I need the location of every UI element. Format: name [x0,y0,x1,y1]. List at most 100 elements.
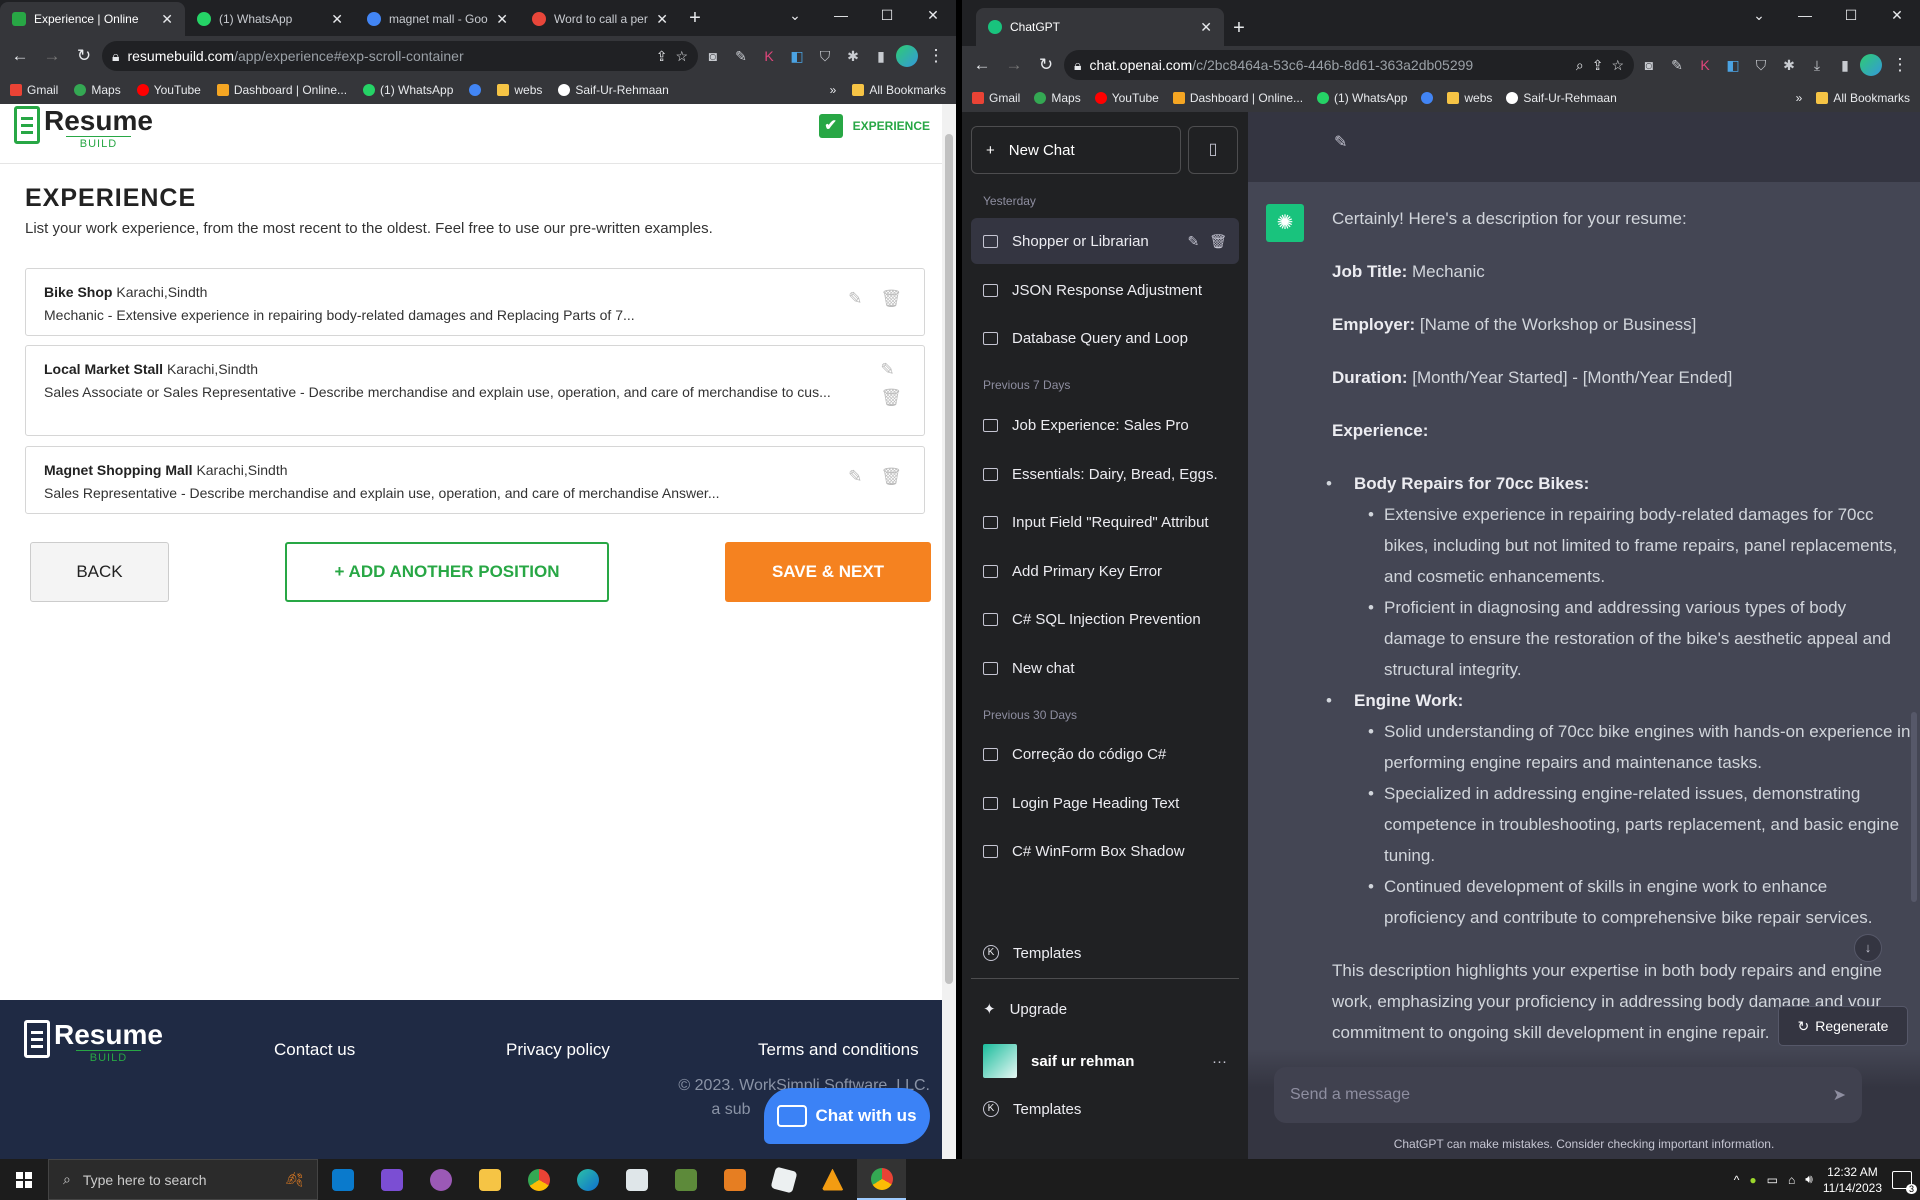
notification-icon[interactable]: 3 [1892,1170,1917,1194]
contact-link[interactable]: Contact us [274,1040,355,1060]
bookmark-star-icon[interactable]: ☆ [675,48,688,65]
menu-kebab-icon[interactable]: ⋮ [1886,55,1914,75]
minecraft-app[interactable] [661,1159,710,1200]
forward-arrow-icon[interactable]: → [38,46,66,66]
chat-history-item[interactable]: Shopper or Librarian ✎ 🗑︎ [971,218,1239,264]
reload-icon[interactable]: ↻ [70,46,98,66]
footer-logo[interactable]: Resume BUILD [24,1020,163,1065]
bookmark-whatsapp[interactable]: (1) WhatsApp [1317,91,1407,105]
bookmark-webs[interactable]: webs [1447,91,1492,105]
chat-with-us-button[interactable]: Chat with us [764,1088,930,1144]
all-bookmarks[interactable]: All Bookmarks [852,83,946,97]
all-bookmarks[interactable]: All Bookmarks [1816,91,1910,105]
experience-entry[interactable]: Local Market Stall Karachi,Sindth Sales … [25,345,925,436]
scrollbar-thumb[interactable] [1911,712,1917,902]
tab-whatsapp[interactable]: (1) WhatsApp ✕ [185,2,355,36]
bookmark-gmail[interactable]: Gmail [10,83,58,97]
delete-trash-icon[interactable]: 🗑︎ [880,388,902,408]
experience-entry[interactable]: Magnet Shopping Mall Karachi,Sindth Sale… [25,446,925,514]
k-extension-icon[interactable]: K [1694,57,1716,74]
back-button[interactable]: BACK [30,542,169,602]
chat-history-item[interactable]: C# WinForm Box Shadow [971,828,1239,874]
tab-search-icon[interactable]: ⌄ [1736,0,1782,30]
bookmark-maps[interactable]: Maps [1034,91,1081,105]
edit-pencil-icon[interactable]: ✎ [1187,233,1199,250]
pen-extension-icon[interactable]: ✎ [730,48,752,65]
edge-app[interactable] [563,1159,612,1200]
new-tab-button[interactable]: + [680,2,710,36]
taskbar-search[interactable]: ⌕ Type here to search 🍂︎ [48,1159,318,1200]
chat-history-item[interactable]: Add Primary Key Error [971,548,1239,594]
upgrade-button[interactable]: ✦ Upgrade [971,986,1239,1032]
profile-avatar[interactable] [1860,54,1882,76]
tab-search-icon[interactable]: ⌄ [772,0,818,30]
close-tab-icon[interactable]: ✕ [1200,19,1212,36]
sidepanel-icon[interactable]: ▮ [870,48,892,65]
clock[interactable]: 12:32 AM 11/14/2023 [1823,1164,1882,1196]
new-tab-button[interactable]: + [1224,12,1254,46]
bookmark-dashboard[interactable]: Dashboard | Online... [1172,91,1303,105]
edit-pencil-icon[interactable]: ✎ [848,289,862,309]
bookmark-google[interactable] [469,84,482,96]
bookmark-webs[interactable]: webs [497,83,542,97]
tab-chatgpt[interactable]: ChatGPT ✕ [976,8,1224,46]
add-position-button[interactable]: + ADD ANOTHER POSITION [285,542,609,602]
chat-history-item[interactable]: New chat [971,645,1239,691]
download-icon[interactable]: ⤓ [1806,57,1828,74]
q-extension-icon[interactable]: ◧ [1722,57,1744,74]
bookmark-github[interactable]: Saif-Ur-Rehmaan [1506,91,1617,105]
share-icon[interactable]: ⇪ [656,48,668,65]
close-tab-icon[interactable]: ✕ [331,11,343,28]
puzzle-extensions-icon[interactable]: ✱ [842,48,864,65]
q-extension-icon[interactable]: ◧ [786,48,808,65]
chat-history-item[interactable]: Database Query and Loop [971,315,1239,361]
url-bar[interactable]: 🔒︎ chat.openai.com/c/2bc8464a-53c6-446b-… [1064,50,1634,80]
shield-extension-icon[interactable]: ⛉ [814,48,836,65]
bookmark-maps[interactable]: Maps [74,83,121,97]
bookmark-youtube[interactable]: YouTube [1094,91,1159,105]
bookmark-gmail[interactable]: Gmail [972,91,1020,105]
close-tab-icon[interactable]: ✕ [496,11,508,28]
minimize-button[interactable]: — [1782,0,1828,30]
visual-studio-app[interactable] [367,1159,416,1200]
close-window-button[interactable]: ✕ [1874,0,1920,30]
terms-link[interactable]: Terms and conditions [758,1040,919,1060]
user-menu[interactable]: saif ur rehman ··· [971,1038,1239,1084]
sidepanel-icon[interactable]: ▮ [1834,57,1856,74]
tab-google-search[interactable]: magnet mall - Goo ✕ [355,2,520,36]
chrome-active-app[interactable] [857,1159,906,1200]
maximize-button[interactable]: ☐ [864,0,910,30]
chat-history-item[interactable]: Login Page Heading Text [971,780,1239,826]
close-tab-icon[interactable]: ✕ [161,11,173,28]
tray-app-icon[interactable]: ● [1749,1173,1756,1187]
save-next-button[interactable]: SAVE & NEXT [725,542,931,602]
reload-icon[interactable]: ↻ [1032,55,1060,75]
tab-experience[interactable]: Experience | Online ✕ [0,2,185,36]
bookmark-dashboard[interactable]: Dashboard | Online... [216,83,347,97]
vlc-app[interactable] [808,1159,857,1200]
edit-compose-icon[interactable]: ✎ [1334,132,1347,152]
privacy-link[interactable]: Privacy policy [506,1040,610,1060]
more-bookmarks-icon[interactable]: » [1796,91,1803,105]
more-dots-icon[interactable]: ··· [1212,1053,1227,1070]
bookmark-google[interactable] [1421,92,1434,104]
scroll-down-arrow-icon[interactable]: ↓ [1854,934,1882,962]
menu-kebab-icon[interactable]: ⋮ [922,46,950,66]
edit-pencil-icon[interactable]: ✎ [848,467,862,487]
templates-button[interactable]: K Templates [971,930,1239,976]
delete-trash-icon[interactable]: 🗑︎ [880,289,902,309]
notepad-app[interactable] [612,1159,661,1200]
shield-extension-icon[interactable]: ⛉ [1750,57,1772,74]
chat-history-item[interactable]: Job Experience: Sales Pro [971,402,1239,448]
chat-history-item[interactable]: Input Field "Required" Attribut [971,499,1239,545]
bookmark-star-icon[interactable]: ☆ [1611,57,1624,74]
file-explorer-app[interactable] [465,1159,514,1200]
chat-history-item[interactable]: JSON Response Adjustment [971,267,1239,313]
profile-avatar[interactable] [896,45,918,67]
show-hidden-icons-icon[interactable]: ^ [1734,1173,1740,1187]
send-icon[interactable]: ➤ [1833,1085,1846,1105]
github-desktop-app[interactable] [416,1159,465,1200]
delete-trash-icon[interactable]: 🗑︎ [1209,233,1227,250]
templates-button[interactable]: K Templates [971,1086,1239,1132]
regenerate-button[interactable]: ↻ Regenerate [1778,1006,1908,1046]
